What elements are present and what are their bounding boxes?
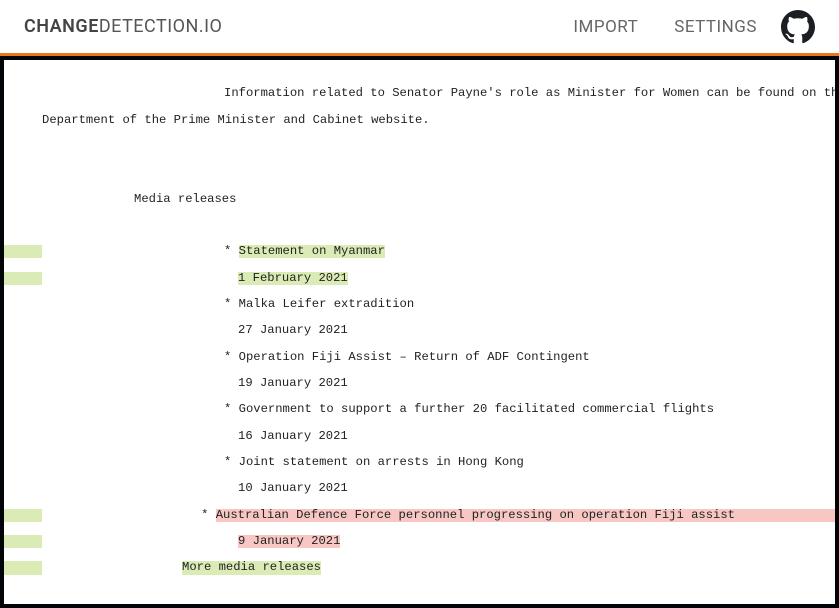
- media-item-date: 19 January 2021: [4, 377, 835, 390]
- media-item-title[interactable]: Government to support a further 20 facil…: [239, 402, 714, 416]
- nav-import[interactable]: IMPORT: [573, 17, 638, 37]
- diff-line-added: 1 February 2021: [4, 272, 835, 285]
- github-link[interactable]: [781, 10, 815, 44]
- media-item: * Joint statement on arrests in Hong Kon…: [4, 456, 835, 469]
- brand-logo[interactable]: CHANGEDETECTION.IO: [24, 16, 222, 37]
- section-heading-media: Media releases: [4, 193, 835, 206]
- media-item-title[interactable]: Malka Leifer extradition: [239, 297, 415, 311]
- nav-settings[interactable]: SETTINGS: [674, 17, 757, 37]
- top-nav: CHANGEDETECTION.IO IMPORT SETTINGS: [0, 0, 839, 56]
- media-item-title[interactable]: Australian Defence Force personnel progr…: [216, 509, 835, 522]
- diff-line-removed: 9 January 2021: [4, 535, 835, 548]
- media-item-title[interactable]: Operation Fiji Assist – Return of ADF Co…: [239, 350, 590, 364]
- intro-line-1: Information related to Senator Payne's r…: [4, 87, 835, 100]
- diff-sheet: Information related to Senator Payne's r…: [4, 60, 835, 604]
- media-item-date: 9 January 2021: [238, 535, 340, 548]
- media-item: * Operation Fiji Assist – Return of ADF …: [4, 351, 835, 364]
- diff-line-added: * Statement on Myanmar: [4, 245, 835, 258]
- media-item-date: 27 January 2021: [4, 324, 835, 337]
- media-item-date: 10 January 2021: [4, 482, 835, 495]
- media-item: * Government to support a further 20 fac…: [4, 403, 835, 416]
- more-media-link[interactable]: More media releases: [4, 561, 835, 574]
- github-icon: [781, 29, 815, 48]
- media-item-date: 1 February 2021: [238, 272, 348, 285]
- intro-line-2: Department of the Prime Minister and Cab…: [4, 114, 835, 127]
- media-item-title[interactable]: Joint statement on arrests in Hong Kong: [239, 455, 524, 469]
- brand-bold: CHANGE: [24, 16, 99, 37]
- brand-rest: DETECTION.IO: [99, 16, 223, 37]
- media-item-date: 16 January 2021: [4, 430, 835, 443]
- diff-viewport: Information related to Senator Payne's r…: [0, 56, 839, 608]
- media-item: * Malka Leifer extradition: [4, 298, 835, 311]
- media-item-title[interactable]: Statement on Myanmar: [239, 245, 385, 258]
- diff-line-removed: * Australian Defence Force personnel pro…: [4, 509, 835, 522]
